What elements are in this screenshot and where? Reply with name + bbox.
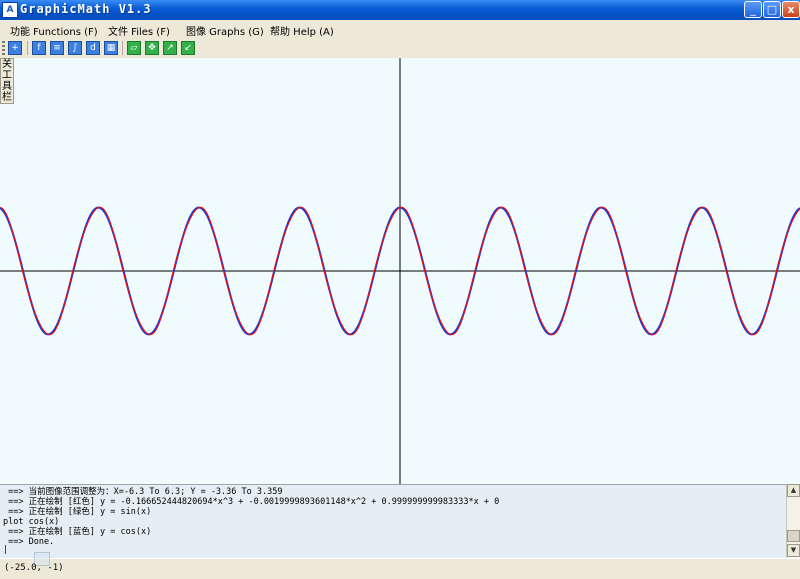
function-icon[interactable]: f <box>32 41 46 55</box>
status-bar: (-25.0, -1) <box>0 552 800 579</box>
console-output[interactable]: ==> 当前图像范围调整为：X=-6.3 To 6.3; Y = -3.36 T… <box>0 484 786 559</box>
console-line: ==> 正在绘制 [蓝色] y = cos(x) <box>3 527 152 537</box>
console-line: ==> 正在绘制 [红色] y = -0.166652444820694*x^3… <box>3 497 500 507</box>
scroll-down-button[interactable]: ▼ <box>787 544 800 557</box>
side-tab-char: 具 <box>2 81 12 92</box>
toolbar-separator <box>122 41 123 55</box>
toolbar: + f ≡ ∫ d ▦ ▱ ✥ ↗ ↙ <box>0 38 800 58</box>
side-tab-char: 栏 <box>2 92 12 103</box>
add-graph-icon[interactable]: + <box>8 41 22 55</box>
console-line: ==> Done. <box>3 537 55 547</box>
pan-icon[interactable]: ✥ <box>145 41 159 55</box>
console-scrollbar[interactable]: ▲ ▼ <box>786 484 800 558</box>
graph-plot[interactable] <box>0 58 800 484</box>
console-line: plot cos(x) <box>3 517 60 527</box>
minimize-button[interactable]: _ <box>744 1 762 18</box>
console-cursor[interactable]: | <box>3 545 8 555</box>
list-icon[interactable]: ≡ <box>50 41 64 55</box>
scroll-up-button[interactable]: ▲ <box>787 484 800 497</box>
toolbar-grip[interactable] <box>2 41 5 55</box>
derivative-icon[interactable]: d <box>86 41 100 55</box>
side-toolbox-tab[interactable]: 关 工 具 栏 <box>0 58 14 104</box>
app-icon: A <box>2 2 18 18</box>
console-line: ==> 当前图像范围调整为：X=-6.3 To 6.3; Y = -3.36 T… <box>3 487 283 497</box>
cursor-coordinates: (-25.0, -1) <box>4 563 64 573</box>
close-button[interactable]: x <box>782 1 800 18</box>
scroll-thumb[interactable] <box>787 530 800 542</box>
side-tab-char: 工 <box>2 70 12 81</box>
menu-graphs[interactable]: 图像 Graphs (G) <box>186 23 264 38</box>
reset-icon[interactable]: ↙ <box>181 41 195 55</box>
graph-canvas[interactable]: 关 工 具 栏 <box>0 58 800 484</box>
toolbar-separator <box>27 41 28 55</box>
maximize-button[interactable]: □ <box>763 1 781 18</box>
zoom-in-icon[interactable]: ▱ <box>127 41 141 55</box>
title-bar: A GraphicMath V1.3 _ □ x <box>0 0 800 20</box>
console-line: ==> 正在绘制 [绿色] y = sin(x) <box>3 507 152 517</box>
fit-icon[interactable]: ↗ <box>163 41 177 55</box>
menu-bar: 功能 Functions (F) 文件 Files (F) 图像 Graphs … <box>0 20 800 39</box>
side-tab-char: 关 <box>2 59 12 70</box>
menu-functions[interactable]: 功能 Functions (F) <box>10 23 98 38</box>
integral-icon[interactable]: ∫ <box>68 41 82 55</box>
menu-help[interactable]: 帮助 Help (A) <box>270 23 334 38</box>
window-title: GraphicMath V1.3 <box>20 2 152 16</box>
table-icon[interactable]: ▦ <box>104 41 118 55</box>
menu-files[interactable]: 文件 Files (F) <box>108 23 170 38</box>
